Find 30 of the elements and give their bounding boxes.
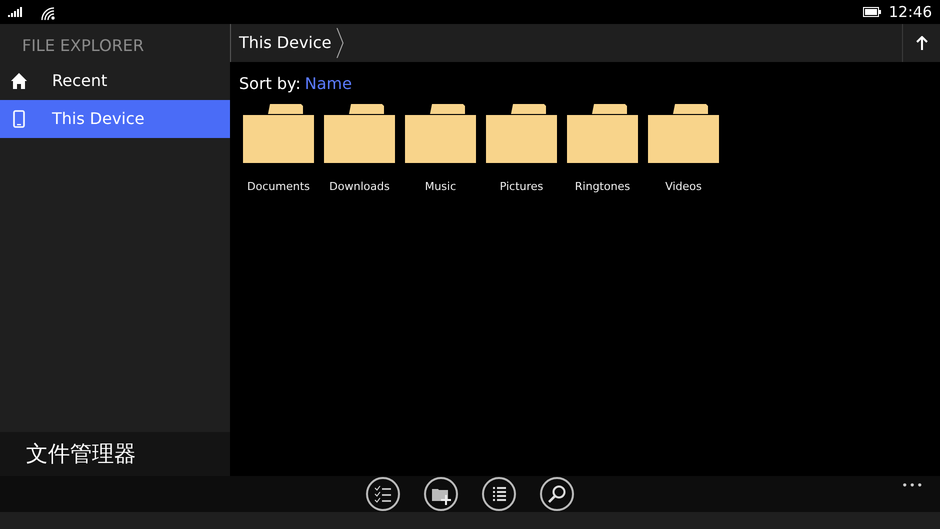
search-icon [546, 483, 568, 505]
folder-icon [324, 104, 395, 163]
sidebar-title: FILE EXPLORER [21, 35, 146, 57]
sidebar-item[interactable]: Recent [0, 62, 230, 100]
signal-icon [8, 7, 24, 17]
folder-item[interactable]: Music [400, 104, 481, 196]
folder-icon [405, 104, 476, 163]
checklist-icon [372, 483, 394, 505]
folder-item[interactable]: Videos [643, 104, 724, 196]
sidebar-item[interactable]: This Device [0, 100, 230, 138]
phone-icon [10, 110, 28, 128]
caption-text: 文件管理器 [0, 432, 230, 476]
more-button[interactable]: ••• [902, 478, 924, 494]
clock: 12:46 [888, 2, 932, 23]
chevron-icon [336, 28, 344, 58]
folder-item[interactable]: Pictures [481, 104, 562, 196]
up-arrow-icon [916, 36, 928, 50]
folder-item[interactable]: Documents [238, 104, 319, 196]
folder-plus-button[interactable] [424, 477, 458, 511]
folder-item[interactable]: Ringtones [562, 104, 643, 196]
sort-label: Sort by: [239, 73, 301, 95]
battery-icon [862, 7, 881, 17]
sort-value-link[interactable]: Name [304, 72, 352, 96]
breadcrumb-item[interactable]: This Device [230, 24, 350, 62]
folder-icon [486, 104, 557, 163]
folder-icon [567, 104, 638, 163]
folder-item[interactable]: Downloads [319, 104, 400, 196]
home-icon [10, 72, 28, 90]
folder-icon [648, 104, 719, 163]
folder-icon [243, 104, 314, 163]
